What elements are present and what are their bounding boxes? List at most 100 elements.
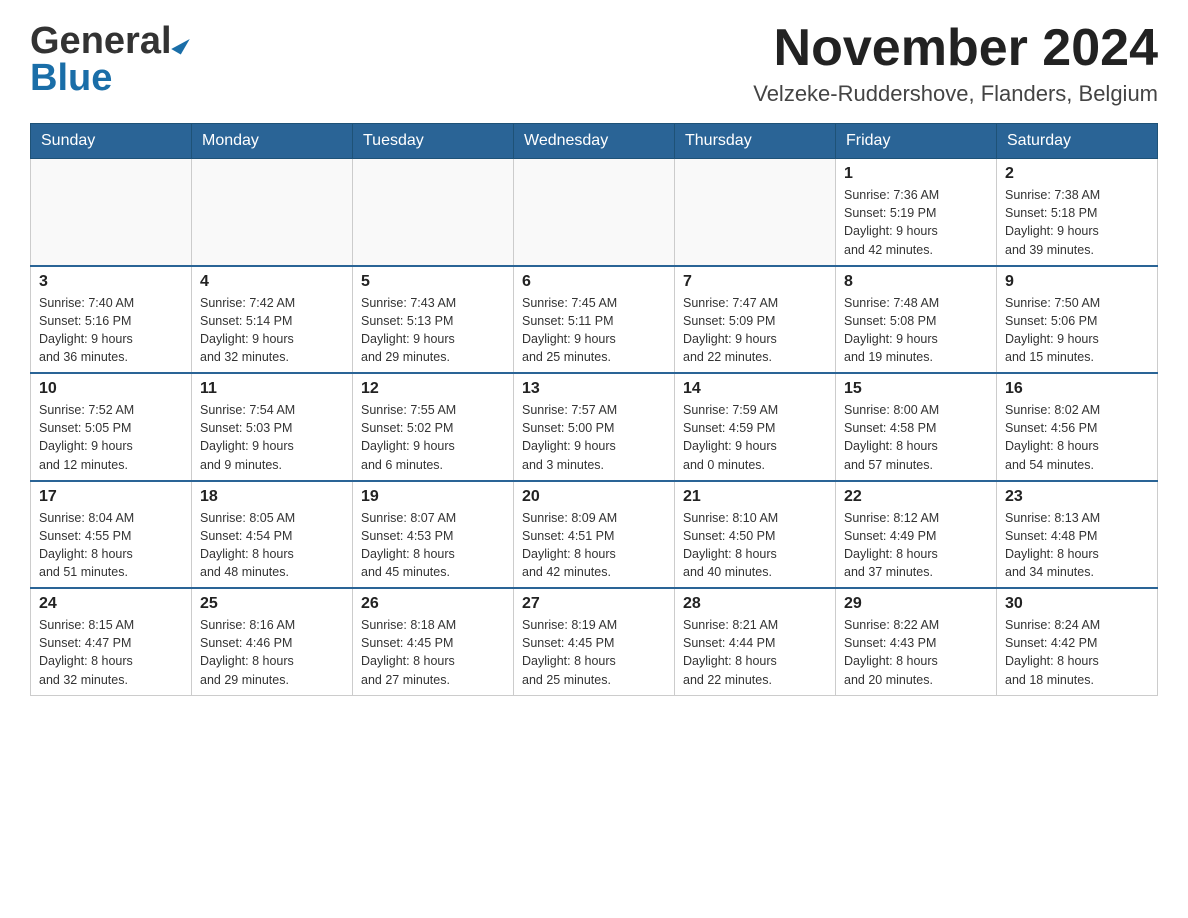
day-number: 9 bbox=[1005, 273, 1149, 291]
day-number: 20 bbox=[522, 488, 666, 506]
day-info: Sunrise: 8:00 AMSunset: 4:58 PMDaylight:… bbox=[844, 401, 988, 474]
table-row: 26 Sunrise: 8:18 AMSunset: 4:45 PMDayligh… bbox=[353, 588, 514, 695]
calendar-week-row: 17Sunrise: 8:04 AMSunset: 4:55 PMDayligh… bbox=[31, 481, 1158, 589]
table-row: 19Sunrise: 8:07 AMSunset: 4:53 PMDayligh… bbox=[353, 481, 514, 589]
calendar-week-row: 10 Sunrise: 7:52 AMSunset: 5:05 PMDayligh… bbox=[31, 373, 1158, 481]
logo-blue: Blue bbox=[30, 57, 112, 99]
table-row: 28Sunrise: 8:21 AMSunset: 4:44 PMDayligh… bbox=[675, 588, 836, 695]
table-row: 24 Sunrise: 8:15 AMSunset: 4:47 PMDayligh… bbox=[31, 588, 192, 695]
logo: General Blue bbox=[30, 20, 186, 100]
day-number: 18 bbox=[200, 488, 344, 506]
day-info: Sunrise: 7:54 AMSunset: 5:03 PMDaylight:… bbox=[200, 401, 344, 474]
table-row: 4 Sunrise: 7:42 AMSunset: 5:14 PMDaylight… bbox=[192, 266, 353, 374]
day-number: 1 bbox=[844, 165, 988, 183]
day-number: 8 bbox=[844, 273, 988, 291]
header-thursday: Thursday bbox=[675, 124, 836, 159]
day-number: 15 bbox=[844, 380, 988, 398]
table-row: 30Sunrise: 8:24 AMSunset: 4:42 PMDayligh… bbox=[997, 588, 1158, 695]
day-info: Sunrise: 7:40 AMSunset: 5:16 PMDaylight:… bbox=[39, 294, 183, 367]
day-number: 22 bbox=[844, 488, 988, 506]
day-number: 3 bbox=[39, 273, 183, 291]
day-number: 25 bbox=[200, 595, 344, 613]
day-info: Sunrise: 8:22 AMSunset: 4:43 PMDaylight:… bbox=[844, 616, 988, 689]
day-info: Sunrise: 8:19 AMSunset: 4:45 PMDaylight:… bbox=[522, 616, 666, 689]
table-row: 17Sunrise: 8:04 AMSunset: 4:55 PMDayligh… bbox=[31, 481, 192, 589]
day-info: Sunrise: 7:52 AMSunset: 5:05 PMDaylight:… bbox=[39, 401, 183, 474]
header-tuesday: Tuesday bbox=[353, 124, 514, 159]
month-title: November 2024 bbox=[753, 20, 1158, 77]
calendar-week-row: 3 Sunrise: 7:40 AMSunset: 5:16 PMDaylight… bbox=[31, 266, 1158, 374]
calendar-header-row: Sunday Monday Tuesday Wednesday Thursday… bbox=[31, 124, 1158, 159]
day-number: 23 bbox=[1005, 488, 1149, 506]
day-number: 7 bbox=[683, 273, 827, 291]
day-info: Sunrise: 7:55 AMSunset: 5:02 PMDaylight:… bbox=[361, 401, 505, 474]
day-info: Sunrise: 8:24 AMSunset: 4:42 PMDaylight:… bbox=[1005, 616, 1149, 689]
day-number: 13 bbox=[522, 380, 666, 398]
table-row: 7Sunrise: 7:47 AMSunset: 5:09 PMDaylight… bbox=[675, 266, 836, 374]
table-row: 20 Sunrise: 8:09 AMSunset: 4:51 PMDayligh… bbox=[514, 481, 675, 589]
day-info: Sunrise: 7:48 AMSunset: 5:08 PMDaylight:… bbox=[844, 294, 988, 367]
day-number: 4 bbox=[200, 273, 344, 291]
day-info: Sunrise: 8:10 AMSunset: 4:50 PMDaylight:… bbox=[683, 509, 827, 582]
table-row bbox=[353, 159, 514, 266]
table-row: 23 Sunrise: 8:13 AMSunset: 4:48 PMDayligh… bbox=[997, 481, 1158, 589]
day-info: Sunrise: 8:16 AMSunset: 4:46 PMDaylight:… bbox=[200, 616, 344, 689]
table-row: 12 Sunrise: 7:55 AMSunset: 5:02 PMDayligh… bbox=[353, 373, 514, 481]
table-row: 1 Sunrise: 7:36 AMSunset: 5:19 PMDaylight… bbox=[836, 159, 997, 266]
table-row: 25 Sunrise: 8:16 AMSunset: 4:46 PMDayligh… bbox=[192, 588, 353, 695]
day-info: Sunrise: 7:57 AMSunset: 5:00 PMDaylight:… bbox=[522, 401, 666, 474]
header-friday: Friday bbox=[836, 124, 997, 159]
table-row: 13 Sunrise: 7:57 AMSunset: 5:00 PMDayligh… bbox=[514, 373, 675, 481]
title-area: November 2024 Velzeke-Ruddershove, Fland… bbox=[753, 20, 1158, 107]
day-info: Sunrise: 8:18 AMSunset: 4:45 PMDaylight:… bbox=[361, 616, 505, 689]
day-number: 5 bbox=[361, 273, 505, 291]
day-number: 10 bbox=[39, 380, 183, 398]
calendar-week-row: 24 Sunrise: 8:15 AMSunset: 4:47 PMDayligh… bbox=[31, 588, 1158, 695]
table-row: 14Sunrise: 7:59 AMSunset: 4:59 PMDayligh… bbox=[675, 373, 836, 481]
logo-triangle-icon bbox=[171, 33, 190, 54]
day-info: Sunrise: 8:09 AMSunset: 4:51 PMDaylight:… bbox=[522, 509, 666, 582]
day-info: Sunrise: 7:36 AMSunset: 5:19 PMDaylight:… bbox=[844, 186, 988, 259]
day-info: Sunrise: 8:05 AMSunset: 4:54 PMDaylight:… bbox=[200, 509, 344, 582]
table-row bbox=[31, 159, 192, 266]
day-info: Sunrise: 8:13 AMSunset: 4:48 PMDaylight:… bbox=[1005, 509, 1149, 582]
table-row: 18 Sunrise: 8:05 AMSunset: 4:54 PMDayligh… bbox=[192, 481, 353, 589]
day-number: 24 bbox=[39, 595, 183, 613]
table-row: 16 Sunrise: 8:02 AMSunset: 4:56 PMDayligh… bbox=[997, 373, 1158, 481]
day-number: 14 bbox=[683, 380, 827, 398]
header-saturday: Saturday bbox=[997, 124, 1158, 159]
table-row bbox=[675, 159, 836, 266]
day-number: 28 bbox=[683, 595, 827, 613]
day-number: 21 bbox=[683, 488, 827, 506]
table-row: 10 Sunrise: 7:52 AMSunset: 5:05 PMDayligh… bbox=[31, 373, 192, 481]
table-row: 29 Sunrise: 8:22 AMSunset: 4:43 PMDayligh… bbox=[836, 588, 997, 695]
day-number: 17 bbox=[39, 488, 183, 506]
day-info: Sunrise: 7:42 AMSunset: 5:14 PMDaylight:… bbox=[200, 294, 344, 367]
day-info: Sunrise: 8:02 AMSunset: 4:56 PMDaylight:… bbox=[1005, 401, 1149, 474]
day-number: 12 bbox=[361, 380, 505, 398]
day-info: Sunrise: 7:38 AMSunset: 5:18 PMDaylight:… bbox=[1005, 186, 1149, 259]
day-number: 16 bbox=[1005, 380, 1149, 398]
header-sunday: Sunday bbox=[31, 124, 192, 159]
table-row bbox=[514, 159, 675, 266]
table-row: 22 Sunrise: 8:12 AMSunset: 4:49 PMDayligh… bbox=[836, 481, 997, 589]
day-number: 27 bbox=[522, 595, 666, 613]
day-info: Sunrise: 8:15 AMSunset: 4:47 PMDaylight:… bbox=[39, 616, 183, 689]
day-number: 29 bbox=[844, 595, 988, 613]
day-info: Sunrise: 8:12 AMSunset: 4:49 PMDaylight:… bbox=[844, 509, 988, 582]
table-row: 9 Sunrise: 7:50 AMSunset: 5:06 PMDaylight… bbox=[997, 266, 1158, 374]
table-row: 15 Sunrise: 8:00 AMSunset: 4:58 PMDayligh… bbox=[836, 373, 997, 481]
day-number: 2 bbox=[1005, 165, 1149, 183]
location-title: Velzeke-Ruddershove, Flanders, Belgium bbox=[753, 81, 1158, 107]
day-number: 26 bbox=[361, 595, 505, 613]
page-header: General Blue November 2024 Velzeke-Rudde… bbox=[30, 20, 1158, 107]
day-info: Sunrise: 7:43 AMSunset: 5:13 PMDaylight:… bbox=[361, 294, 505, 367]
table-row: 2 Sunrise: 7:38 AMSunset: 5:18 PMDaylight… bbox=[997, 159, 1158, 266]
table-row: 21 Sunrise: 8:10 AMSunset: 4:50 PMDayligh… bbox=[675, 481, 836, 589]
table-row: 8 Sunrise: 7:48 AMSunset: 5:08 PMDaylight… bbox=[836, 266, 997, 374]
table-row: 3 Sunrise: 7:40 AMSunset: 5:16 PMDaylight… bbox=[31, 266, 192, 374]
calendar-week-row: 1 Sunrise: 7:36 AMSunset: 5:19 PMDaylight… bbox=[31, 159, 1158, 266]
day-info: Sunrise: 7:50 AMSunset: 5:06 PMDaylight:… bbox=[1005, 294, 1149, 367]
day-number: 6 bbox=[522, 273, 666, 291]
header-monday: Monday bbox=[192, 124, 353, 159]
